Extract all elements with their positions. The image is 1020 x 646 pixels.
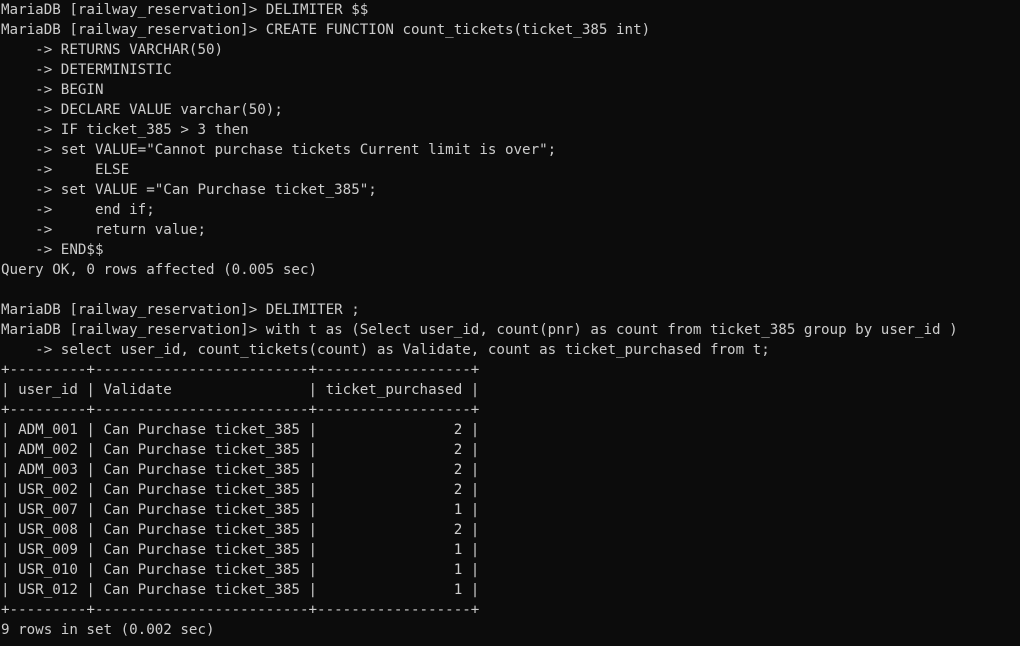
terminal-line: -> END$$ (1, 242, 104, 258)
query-result-status: Query OK, 0 rows affected (0.005 sec) (1, 262, 318, 278)
table-row: | USR_012 | Can Purchase ticket_385 | 1 … (1, 582, 480, 598)
terminal-line: -> end if; (1, 202, 155, 218)
terminal-line: -> ELSE (1, 162, 130, 178)
terminal-line: -> DETERMINISTIC (1, 62, 172, 78)
terminal-line: MariaDB [railway_reservation]> with t as… (1, 322, 958, 338)
table-row: | USR_002 | Can Purchase ticket_385 | 2 … (1, 482, 480, 498)
terminal-line: -> set VALUE="Cannot purchase tickets Cu… (1, 142, 557, 158)
table-row: | USR_007 | Can Purchase ticket_385 | 1 … (1, 502, 480, 518)
table-row: | ADM_003 | Can Purchase ticket_385 | 2 … (1, 462, 480, 478)
table-border: +---------+-------------------------+---… (1, 602, 480, 618)
table-row: | USR_008 | Can Purchase ticket_385 | 2 … (1, 522, 480, 538)
terminal-line: MariaDB [railway_reservation]> DELIMITER… (1, 302, 360, 318)
table-border: +---------+-------------------------+---… (1, 402, 480, 418)
terminal-line: -> DECLARE VALUE varchar(50); (1, 102, 283, 118)
table-row: | ADM_002 | Can Purchase ticket_385 | 2 … (1, 442, 480, 458)
terminal-line: -> IF ticket_385 > 3 then (1, 122, 249, 138)
query-result-status: 9 rows in set (0.002 sec) (1, 622, 215, 638)
table-border: +---------+-------------------------+---… (1, 362, 480, 378)
terminal-line: MariaDB [railway_reservation]> CREATE FU… (1, 22, 651, 38)
terminal-line: -> set VALUE ="Can Purchase ticket_385"; (1, 182, 377, 198)
terminal-line: -> select user_id, count_tickets(count) … (1, 342, 770, 358)
table-row: | USR_010 | Can Purchase ticket_385 | 1 … (1, 562, 480, 578)
table-row: | ADM_001 | Can Purchase ticket_385 | 2 … (1, 422, 480, 438)
terminal-line: -> RETURNS VARCHAR(50) (1, 42, 224, 58)
table-row: | USR_009 | Can Purchase ticket_385 | 1 … (1, 542, 480, 558)
terminal-window[interactable]: MariaDB [railway_reservation]> DELIMITER… (0, 0, 1020, 646)
terminal-line: -> BEGIN (1, 82, 104, 98)
table-header: | user_id | Validate | ticket_purchased … (1, 382, 480, 398)
terminal-line: MariaDB [railway_reservation]> DELIMITER… (1, 2, 369, 18)
terminal-line: -> return value; (1, 222, 206, 238)
